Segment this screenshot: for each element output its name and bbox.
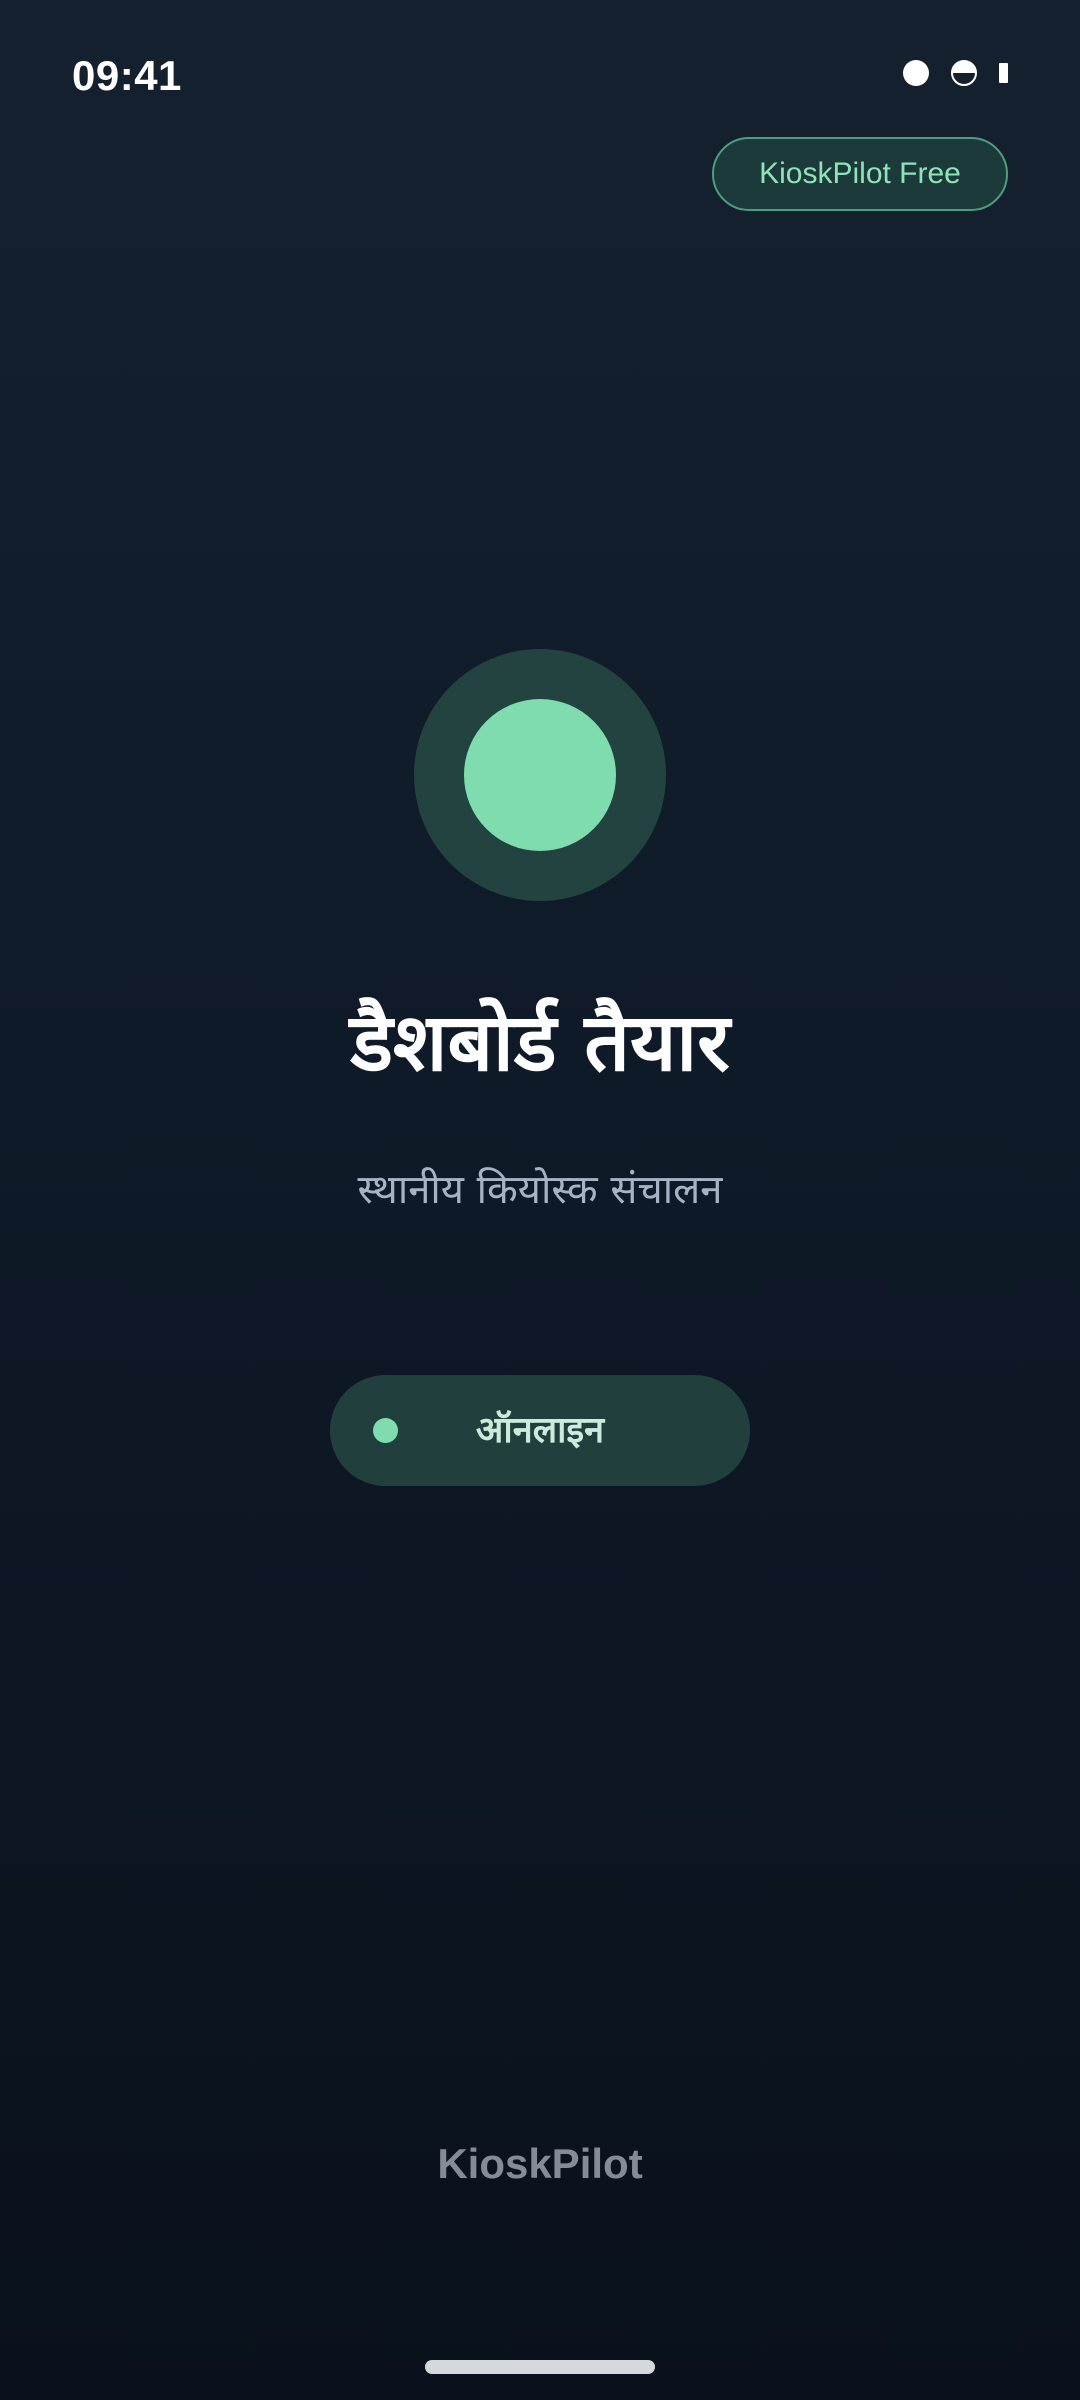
plan-badge[interactable]: KioskPilot Free <box>712 137 1008 211</box>
status-indicator-icon <box>414 649 666 901</box>
circle-status-icon <box>903 60 929 86</box>
status-icons <box>903 60 1008 86</box>
page-title: डैशबोर्ड तैयार <box>350 996 730 1089</box>
half-circle-status-icon <box>951 60 977 86</box>
online-status-pill: ऑनलाइन <box>330 1375 750 1486</box>
home-indicator[interactable] <box>425 2360 655 2374</box>
status-time: 09:41 <box>72 52 182 99</box>
status-indicator-core <box>464 699 616 851</box>
brand-wordmark: KioskPilot <box>437 2140 643 2187</box>
page-subtitle: स्थानीय कियोस्क संचालन <box>357 1167 723 1213</box>
battery-bar-icon <box>999 63 1008 83</box>
online-status-label: ऑनलाइन <box>475 1410 605 1451</box>
